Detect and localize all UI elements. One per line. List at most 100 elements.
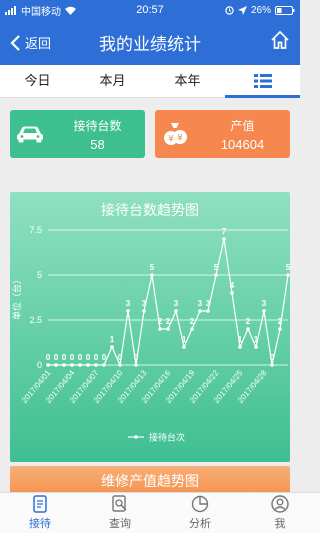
reception-count-card[interactable]: 接待台数 58 bbox=[10, 110, 145, 158]
nav-me-label: 我 bbox=[274, 518, 286, 530]
y-tick-label: 0 bbox=[37, 360, 42, 370]
pie-chart-icon bbox=[191, 495, 209, 513]
data-point bbox=[190, 327, 194, 331]
data-label: 1 bbox=[254, 335, 259, 344]
data-label: 1 bbox=[110, 335, 115, 344]
data-label: 0 bbox=[270, 353, 275, 362]
chart-svg: 02.557.5单位（台） 2017/04/012017/04/042017/0… bbox=[11, 225, 290, 443]
back-button[interactable]: 返回 bbox=[10, 33, 51, 52]
list-icon bbox=[253, 74, 272, 88]
chevron-left-icon bbox=[10, 34, 20, 51]
car-icon bbox=[10, 125, 50, 143]
data-label: 3 bbox=[142, 299, 147, 308]
data-point bbox=[166, 327, 170, 331]
data-point bbox=[254, 345, 258, 349]
y-tick-label: 5 bbox=[37, 270, 42, 280]
data-point bbox=[102, 363, 106, 367]
data-label: 2 bbox=[246, 317, 251, 326]
search-doc-icon bbox=[112, 495, 127, 512]
data-label: 2 bbox=[158, 317, 163, 326]
status-time: 20:57 bbox=[136, 4, 164, 16]
output-text: 产值 104604 bbox=[195, 117, 290, 152]
data-point bbox=[238, 345, 242, 349]
nav-query[interactable]: 查询 bbox=[80, 493, 160, 533]
output-value: 104604 bbox=[220, 136, 265, 152]
period-tabs: 今日 本月 本年 bbox=[0, 65, 300, 98]
reception-text: 接待台数 58 bbox=[50, 117, 145, 152]
y-tick-label: 2.5 bbox=[29, 315, 42, 325]
money-bag-icon: ¥ ¥ bbox=[155, 121, 195, 147]
legend-marker bbox=[134, 435, 138, 439]
data-label: 2 bbox=[166, 317, 171, 326]
nav-analysis-label: 分析 bbox=[189, 518, 211, 530]
data-point bbox=[158, 327, 162, 331]
legend-label: 接待台次 bbox=[149, 432, 185, 443]
nav-reception-label: 接待 bbox=[29, 518, 51, 530]
nav-analysis[interactable]: 分析 bbox=[160, 493, 240, 533]
data-label: 2 bbox=[278, 317, 283, 326]
document-icon bbox=[33, 495, 47, 513]
reception-label: 接待台数 bbox=[73, 118, 122, 133]
summary-cards: 接待台数 58 ¥ ¥ 产值 104604 bbox=[0, 110, 300, 158]
data-point bbox=[46, 363, 50, 367]
chart2-title: 维修产值趋势图 bbox=[101, 473, 199, 489]
data-point bbox=[78, 363, 82, 367]
bottom-nav: 接待 查询 分析 我 bbox=[0, 492, 320, 533]
data-label: 0 bbox=[118, 353, 123, 362]
data-point bbox=[62, 363, 66, 367]
data-label: 3 bbox=[206, 299, 211, 308]
data-label: 5 bbox=[214, 263, 219, 272]
data-label: 3 bbox=[198, 299, 203, 308]
data-point bbox=[182, 345, 186, 349]
status-bar: 中国移动 20:57 26% bbox=[0, 0, 300, 20]
data-point bbox=[118, 363, 122, 367]
data-label: 1 bbox=[182, 335, 187, 344]
data-point bbox=[246, 327, 250, 331]
data-label: 3 bbox=[174, 299, 179, 308]
svg-text:¥: ¥ bbox=[177, 134, 183, 144]
data-point bbox=[54, 363, 58, 367]
home-icon bbox=[271, 30, 289, 49]
data-point bbox=[94, 363, 98, 367]
data-point bbox=[134, 363, 138, 367]
data-label: 0 bbox=[94, 353, 99, 362]
data-point bbox=[174, 309, 178, 313]
data-label: 0 bbox=[78, 353, 83, 362]
data-point bbox=[126, 309, 130, 313]
user-icon bbox=[271, 495, 289, 513]
data-point bbox=[230, 291, 234, 295]
nav-query-label: 查询 bbox=[109, 518, 131, 530]
data-point bbox=[222, 237, 226, 241]
data-point bbox=[286, 273, 290, 277]
series-line bbox=[48, 238, 289, 368]
data-point bbox=[142, 309, 146, 313]
data-point bbox=[198, 309, 202, 313]
tab-today[interactable]: 今日 bbox=[0, 65, 75, 97]
data-label: 1 bbox=[238, 335, 243, 344]
nav-bar: 返回 我的业绩统计 bbox=[0, 20, 300, 65]
data-label: 0 bbox=[54, 353, 59, 362]
back-label: 返回 bbox=[25, 36, 52, 51]
reception-value: 58 bbox=[90, 136, 105, 152]
data-label: 7 bbox=[222, 227, 227, 236]
reception-trend-chart: 接待台数趋势图 0 2.5 5 7.5 单位（台） 2017/04/01 2017/04/… bbox=[10, 192, 290, 462]
nav-reception[interactable]: 接待 bbox=[0, 493, 80, 533]
data-point bbox=[110, 345, 114, 349]
data-label: 5 bbox=[286, 263, 290, 272]
data-point bbox=[270, 363, 274, 367]
tab-month[interactable]: 本月 bbox=[75, 65, 150, 97]
data-label: 3 bbox=[262, 299, 267, 308]
tab-year[interactable]: 本年 bbox=[150, 65, 225, 97]
nav-me[interactable]: 我 bbox=[240, 493, 320, 533]
home-button[interactable] bbox=[270, 30, 290, 55]
data-point bbox=[214, 273, 218, 277]
data-point bbox=[278, 327, 282, 331]
output-value-card[interactable]: ¥ ¥ 产值 104604 bbox=[155, 110, 290, 158]
tab-list-view[interactable] bbox=[225, 65, 300, 98]
data-label: 0 bbox=[86, 353, 91, 362]
data-point bbox=[70, 363, 74, 367]
data-label: 0 bbox=[102, 353, 107, 362]
data-label: 3 bbox=[126, 299, 131, 308]
y-axis-label: 单位（台） bbox=[11, 275, 22, 320]
data-point bbox=[206, 309, 210, 313]
